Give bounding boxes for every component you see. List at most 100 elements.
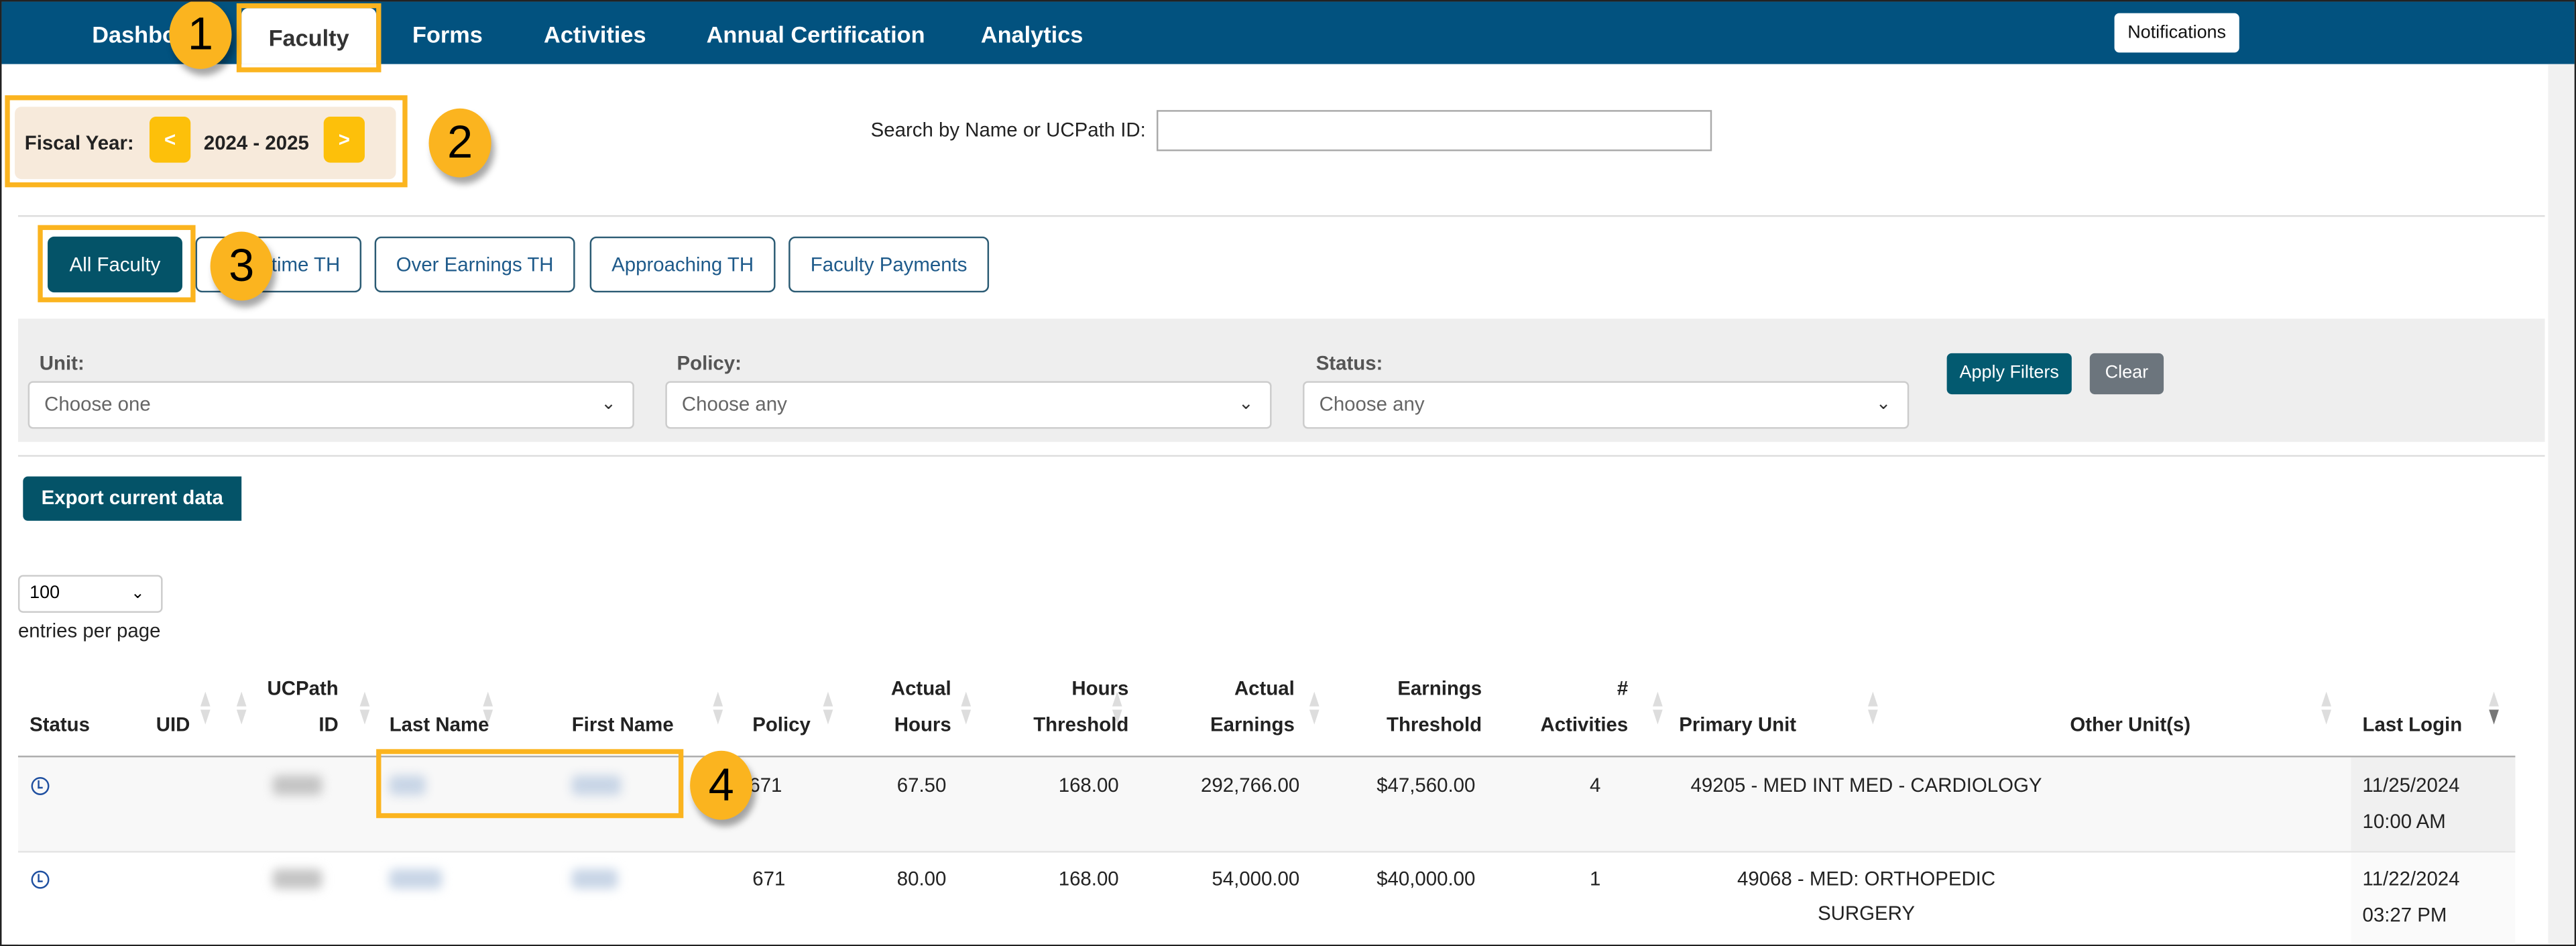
sort-icon[interactable]	[359, 691, 370, 725]
column-header-status[interactable]: Status	[30, 707, 90, 743]
column-header-policy[interactable]: Policy	[752, 707, 811, 743]
ucpath-id-redacted	[272, 775, 323, 795]
policy-cell: 671	[749, 774, 782, 797]
policy-label: Policy:	[677, 351, 742, 375]
sort-icon[interactable]	[236, 691, 247, 725]
nav-tab-annual-certification[interactable]: Annual Certification	[707, 21, 925, 48]
fiscal-year-selector: Fiscal Year: < 2024 - 2025 >	[15, 107, 396, 180]
column-header-actual-earnings[interactable]: Actual Earnings	[1179, 670, 1295, 743]
callout-badge: 3	[210, 231, 273, 301]
column-header-primary-unit[interactable]: Primary Unit	[1679, 707, 1796, 743]
fiscal-year-label: Fiscal Year:	[24, 131, 134, 155]
page-size-select[interactable]: 100 ⌄	[17, 575, 163, 613]
sort-desc-icon[interactable]	[2489, 691, 2499, 725]
next-year-button[interactable]: >	[323, 116, 365, 163]
apply-filters-button[interactable]: Apply Filters	[1946, 353, 2072, 395]
filter-panel: Unit: Choose one ⌄ Policy: Choose any ⌄ St…	[17, 318, 2545, 442]
column-header-first-name[interactable]: First Name	[572, 707, 674, 743]
activities-cell: 4	[1590, 774, 1601, 797]
header-line: #	[1617, 676, 1629, 700]
header-line: Hours	[894, 713, 951, 736]
header-line: Activities	[1540, 713, 1629, 736]
tab-approaching-th[interactable]: Approaching TH	[589, 236, 776, 293]
column-header-activities[interactable]: # Activities	[1521, 670, 1629, 743]
nav-tab-activities[interactable]: Activities	[544, 21, 646, 48]
callout-badge: 4	[690, 750, 753, 820]
callout-highlight	[236, 3, 382, 72]
nav-tab-forms[interactable]: Forms	[412, 21, 483, 48]
header-line: Earnings	[1397, 676, 1482, 700]
column-header-other-units[interactable]: Other Unit(s)	[2070, 707, 2190, 743]
callout-highlight	[376, 749, 684, 819]
actual-hours-cell: 67.50	[896, 774, 947, 797]
policy-select[interactable]: Choose any ⌄	[665, 381, 1272, 429]
sort-icon[interactable]	[1112, 691, 1122, 725]
column-header-earnings-threshold[interactable]: Earnings Threshold	[1358, 670, 1482, 743]
divider	[17, 455, 2545, 457]
header-line: Earnings	[1210, 713, 1295, 736]
ucpath-id-redacted	[272, 869, 323, 889]
chevron-down-icon: ⌄	[1875, 394, 1891, 414]
status-select-value: Choose any	[1319, 392, 1425, 416]
sort-icon[interactable]	[713, 691, 723, 725]
chevron-down-icon: ⌄	[601, 394, 616, 414]
earnings-threshold-cell: $40,000.00	[1377, 867, 1476, 891]
sort-icon[interactable]	[200, 691, 211, 725]
unit-label: Unit:	[39, 351, 84, 375]
primary-unit-cell: 49205 - MED INT MED - CARDIOLOGY	[1690, 774, 2042, 797]
clock-icon[interactable]	[31, 870, 50, 889]
earnings-threshold-cell: $47,560.00	[1377, 774, 1476, 797]
callout-badge: 2	[428, 108, 491, 178]
page-size-value: 100	[30, 583, 60, 603]
primary-unit-cell: 49068 - MED: ORTHOPEDIC	[1737, 867, 1996, 891]
sort-icon[interactable]	[961, 691, 972, 725]
faculty-page: Dashboard Faculty Forms Activities Annua…	[0, 0, 2576, 946]
policy-cell: 671	[752, 867, 786, 891]
tab-over-earnings-th[interactable]: Over Earnings TH	[374, 236, 575, 293]
page-size-label: entries per page	[17, 619, 161, 643]
sort-icon[interactable]	[2321, 691, 2331, 725]
vertical-scrollbar[interactable]	[2548, 64, 2575, 945]
prev-year-button[interactable]: <	[149, 116, 191, 163]
column-header-ucpath-id[interactable]: UCPath ID	[248, 670, 339, 743]
clear-filters-button[interactable]: Clear	[2089, 353, 2164, 395]
sort-icon[interactable]	[1653, 691, 1663, 725]
chevron-down-icon: ⌄	[131, 585, 145, 603]
hours-threshold-cell: 168.00	[1058, 774, 1119, 797]
status-select[interactable]: Choose any ⌄	[1303, 381, 1910, 429]
sort-icon[interactable]	[1309, 691, 1320, 725]
last-login-date: 11/22/2024	[2362, 867, 2460, 891]
column-header-last-name[interactable]: Last Name	[390, 707, 489, 743]
search-input[interactable]	[1157, 110, 1712, 152]
header-line: ID	[318, 713, 339, 736]
column-header-uid[interactable]: UID	[156, 707, 190, 743]
tab-faculty-payments[interactable]: Faculty Payments	[788, 236, 990, 293]
top-nav: Dashboard Faculty Forms Activities Annua…	[1, 1, 2575, 64]
last-login-time: 03:27 PM	[2362, 903, 2447, 927]
divider	[17, 215, 2545, 217]
unit-select[interactable]: Choose one ⌄	[27, 381, 634, 429]
sort-icon[interactable]	[483, 691, 493, 725]
column-header-hours-threshold[interactable]: Hours Threshold	[1014, 670, 1128, 743]
header-line: Threshold	[1387, 713, 1482, 736]
nav-tab-analytics[interactable]: Analytics	[981, 21, 1084, 48]
clock-icon[interactable]	[31, 776, 50, 795]
column-header-actual-hours[interactable]: Actual Hours	[856, 670, 951, 743]
last-login-date: 11/25/2024	[2362, 774, 2460, 797]
column-header-last-login[interactable]: Last Login	[2363, 707, 2463, 743]
last-login-time: 10:00 AM	[2362, 809, 2446, 833]
first-name-link-redacted[interactable]	[571, 869, 618, 889]
fiscal-year-value: 2024 - 2025	[203, 131, 309, 155]
notifications-button[interactable]: Notifications	[2114, 13, 2239, 53]
header-line: Actual	[1234, 676, 1295, 700]
actual-hours-cell: 80.00	[896, 867, 947, 891]
header-line: Actual	[890, 676, 951, 700]
export-current-data-button[interactable]: Export current data	[23, 476, 242, 521]
callout-badge: 1	[169, 1, 232, 69]
header-line: UCPath	[267, 676, 339, 700]
last-name-link-redacted[interactable]	[389, 869, 443, 889]
sort-icon[interactable]	[823, 691, 833, 725]
callout-highlight	[38, 225, 196, 302]
search-label: Search by Name or UCPath ID:	[870, 118, 1146, 141]
sort-icon[interactable]	[1867, 691, 1878, 725]
